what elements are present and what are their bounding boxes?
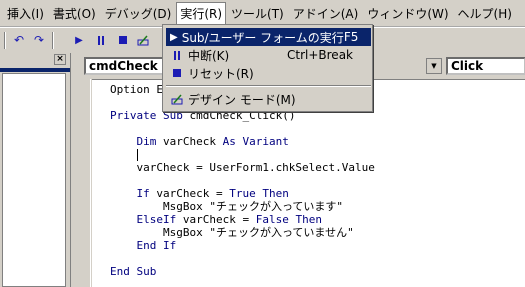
run-menu-dropdown: ▶ Sub/ユーザー フォームの実行 F5 中断(K) Ctrl+Break リ…	[162, 24, 373, 112]
menu-item-label: デザイン モード(M)	[188, 92, 296, 107]
menu-item-shortcut: Ctrl+Break	[287, 48, 353, 62]
menu-format[interactable]: 書式(O)	[49, 2, 100, 24]
menu-help[interactable]: ヘルプ(H)	[454, 2, 516, 24]
pause-icon	[174, 50, 180, 60]
code-line: Option E	[110, 83, 163, 96]
menu-window[interactable]: ウィンドウ(W)	[363, 2, 452, 24]
menu-item-label: リセット(R)	[188, 66, 254, 81]
menu-item-label: Sub/ユーザー フォームの実行	[181, 30, 344, 45]
code-line: MsgBox "チェックが入っています"	[110, 200, 344, 213]
toolbar-separator	[52, 32, 54, 49]
play-icon: ▶	[170, 31, 178, 43]
procedure-combo[interactable]: Click	[446, 57, 525, 75]
menu-tools[interactable]: ツール(T)	[227, 2, 288, 24]
design-mode-icon	[171, 94, 183, 104]
code-line: varCheck = UserForm1.chkSelect.Value	[110, 161, 375, 174]
menu-run[interactable]: 実行(R)	[176, 1, 227, 25]
design-mode-icon	[137, 35, 149, 45]
play-icon: ▶	[75, 34, 83, 46]
procedure-dropdown-button[interactable]: ▼	[426, 58, 442, 74]
code-line: ElseIf varCheck = False Then	[136, 213, 322, 226]
undo-icon: ↶	[13, 33, 25, 47]
project-tree[interactable]	[2, 73, 66, 287]
run-sub-userform-item[interactable]: ▶ Sub/ユーザー フォームの実行 F5	[166, 28, 371, 46]
code-line: End If	[136, 239, 177, 252]
project-explorer-pane: ×	[0, 53, 70, 287]
break-button[interactable]	[92, 31, 110, 49]
margin-indicator-bar[interactable]	[74, 79, 91, 287]
text-cursor	[137, 149, 138, 161]
menu-separator	[166, 85, 371, 87]
pane-selection-bar	[0, 68, 70, 72]
menu-insert[interactable]: 挿入(I)	[3, 2, 48, 24]
code-line: If varCheck = True Then	[136, 187, 289, 200]
chevron-down-icon: ▼	[431, 62, 437, 70]
menu-debug[interactable]: デバッグ(D)	[101, 2, 176, 24]
run-button[interactable]: ▶	[70, 31, 88, 49]
menu-item-shortcut: F5	[343, 30, 359, 44]
close-icon[interactable]: ×	[54, 54, 66, 65]
undo-button[interactable]: ↶	[10, 31, 28, 49]
break-item[interactable]: 中断(K) Ctrl+Break	[166, 46, 371, 64]
toolbar-separator	[4, 32, 6, 49]
pause-icon	[98, 35, 104, 45]
menu-addins[interactable]: アドイン(A)	[289, 2, 363, 24]
redo-icon: ↷	[33, 33, 45, 47]
redo-button[interactable]: ↷	[30, 31, 48, 49]
design-mode-item[interactable]: デザイン モード(M)	[166, 90, 371, 108]
stop-icon	[173, 69, 181, 77]
design-mode-button[interactable]	[134, 31, 152, 49]
menu-bar: 挿入(I) 書式(O) デバッグ(D) 実行(R) ツール(T) アドイン(A)…	[0, 0, 525, 27]
menu-item-label: 中断(K)	[188, 48, 230, 63]
code-line: End Sub	[110, 265, 157, 278]
code-line: MsgBox "チェックが入っていません"	[110, 226, 354, 239]
stop-icon	[119, 36, 127, 44]
reset-button[interactable]	[114, 31, 132, 49]
code-line: Dim varCheck As Variant	[136, 135, 289, 148]
reset-item[interactable]: リセット(R)	[166, 64, 371, 82]
